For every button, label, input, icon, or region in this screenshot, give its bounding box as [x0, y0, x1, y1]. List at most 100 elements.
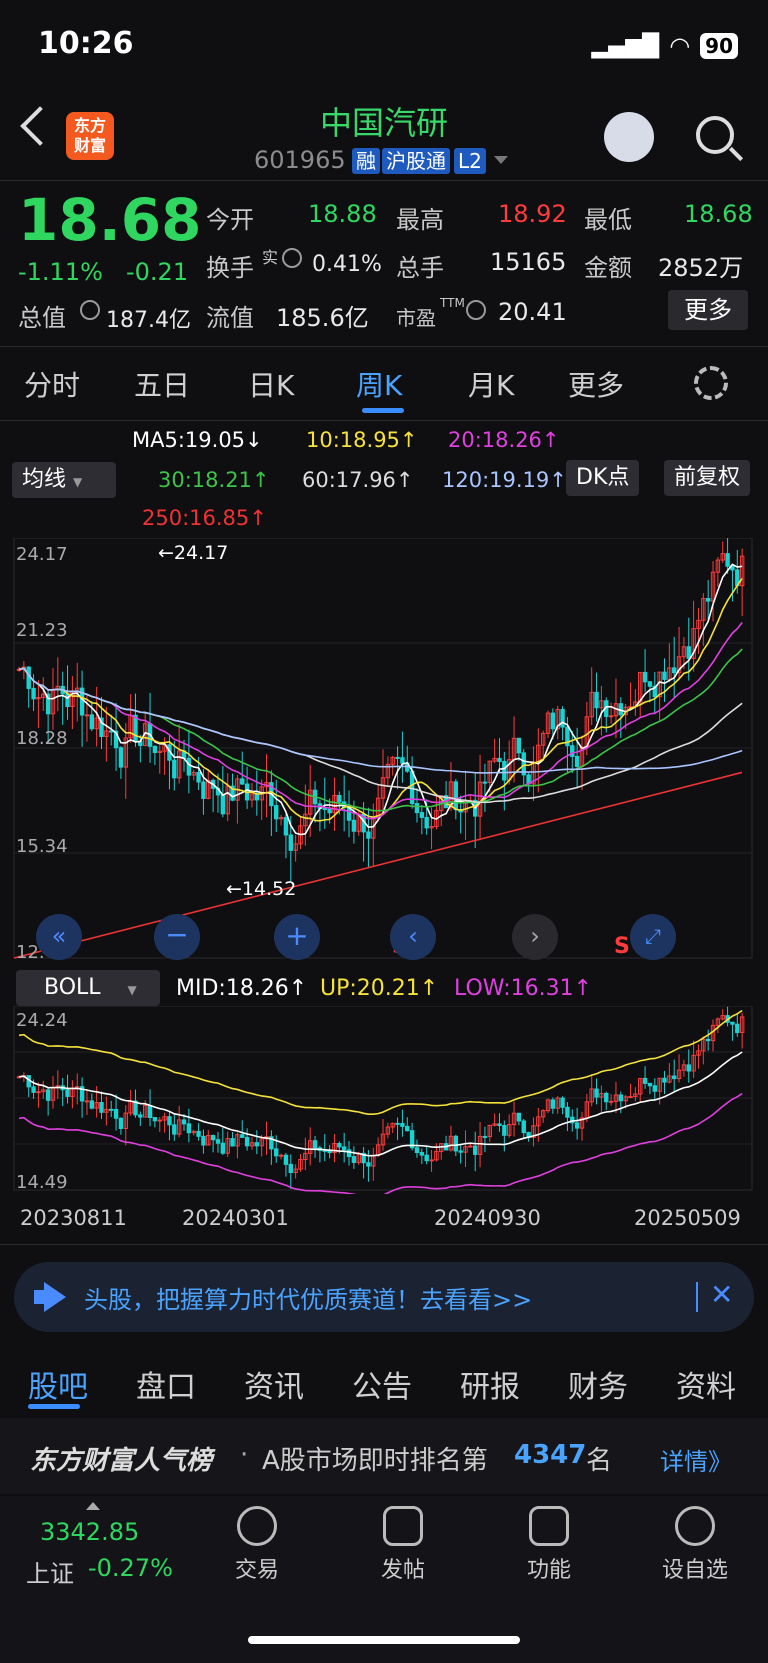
candle-body: [594, 1088, 599, 1098]
prev-icon[interactable]: ‹: [390, 914, 436, 960]
candle-body: [473, 1145, 478, 1155]
candle-body: [395, 1122, 400, 1125]
candle-body: [26, 666, 31, 689]
candle-body: [210, 1134, 216, 1141]
rank-number: 4347: [514, 1440, 587, 1470]
float-label: 流值: [206, 304, 254, 332]
tab-profile[interactable]: 资料: [676, 1362, 736, 1406]
candle-body: [196, 1130, 201, 1137]
candle-body: [36, 1091, 41, 1094]
candle-body: [497, 1123, 502, 1127]
candle-body: [705, 598, 711, 602]
candle-body: [196, 772, 201, 783]
date-label: 20240930: [434, 1206, 541, 1230]
ma-selector[interactable]: 均线 ▼: [12, 462, 116, 498]
candle-body: [118, 747, 124, 768]
tab-monthly-k[interactable]: 月K: [468, 364, 514, 404]
candle-body: [642, 671, 648, 683]
candle-body: [288, 1163, 293, 1174]
candle-body: [84, 714, 90, 717]
signal-icon: ▂▄▆█: [591, 33, 660, 59]
tab-finance[interactable]: 财务: [568, 1362, 628, 1406]
info-icon[interactable]: [80, 300, 100, 320]
candle-body: [458, 1150, 463, 1153]
gear-icon[interactable]: [694, 366, 728, 400]
candle-body: [109, 1108, 114, 1111]
date-label: 20230811: [20, 1206, 127, 1230]
candle-body: [594, 691, 599, 709]
nav-trade[interactable]: 交易: [202, 1506, 312, 1584]
robot-avatar-icon[interactable]: [604, 112, 654, 162]
candle-body: [147, 1105, 153, 1119]
banner-text[interactable]: 头股，把握算力时代优质赛道！去看看>>: [84, 1280, 532, 1315]
tab-five-day[interactable]: 五日: [134, 364, 190, 404]
adjust-button[interactable]: 前复权: [664, 460, 751, 496]
float-value: 185.6亿: [276, 304, 369, 332]
index-name[interactable]: 上证: [26, 1554, 74, 1589]
tab-daily-k[interactable]: 日K: [248, 364, 294, 404]
candle-body: [419, 1152, 425, 1156]
status-icons: ▂▄▆█ ◠ 90: [592, 32, 738, 60]
candle-body: [322, 808, 327, 811]
candle-body: [240, 1134, 245, 1138]
search-icon[interactable]: [696, 116, 734, 154]
megaphone-icon: [34, 1282, 68, 1312]
index-value[interactable]: 3342.85: [40, 1518, 139, 1546]
candle-body: [84, 1100, 90, 1103]
candle-body: [516, 1112, 522, 1122]
change-amount: -0.21: [126, 258, 189, 286]
turnover-value: 0.41%: [312, 252, 382, 277]
tab-weekly-k[interactable]: 周K: [356, 364, 402, 404]
kline-chart[interactable]: [0, 538, 768, 966]
stock-code: 601965: [254, 146, 346, 174]
rank-brand: 东方财富人气榜: [30, 1446, 213, 1476]
ma20-value: 20:18.26↑: [448, 428, 560, 452]
candle-body: [497, 757, 502, 762]
candle-body: [516, 737, 522, 754]
boll-up: UP:20.21↑: [320, 976, 439, 1001]
next-icon[interactable]: ›: [512, 914, 558, 960]
candle-body: [672, 1075, 677, 1080]
boll-mid-line: [18, 1051, 743, 1157]
tab-news[interactable]: 资讯: [244, 1362, 304, 1406]
dk-point-button[interactable]: DK点: [566, 460, 640, 496]
nav-add-watchlist[interactable]: 设自选: [640, 1506, 750, 1584]
caret-up-icon[interactable]: [86, 1502, 100, 1510]
caret-down-icon[interactable]: [494, 156, 508, 164]
tab-announcements[interactable]: 公告: [352, 1362, 412, 1406]
home-indicator: [248, 1636, 520, 1644]
candle-body: [337, 1142, 342, 1148]
candle-body: [705, 1038, 711, 1042]
nav-post[interactable]: 发帖: [348, 1506, 458, 1584]
fullscreen-icon[interactable]: ⤢: [630, 914, 676, 960]
candle-body: [215, 1139, 221, 1144]
zoom-in-icon[interactable]: +: [274, 914, 320, 960]
candle-body: [608, 715, 614, 718]
rank-detail-link[interactable]: 详情》: [660, 1442, 732, 1477]
info-icon[interactable]: [282, 248, 302, 268]
candle-body: [181, 1119, 187, 1125]
edit-icon: [383, 1506, 423, 1546]
boll-chart[interactable]: [0, 1006, 768, 1194]
y-axis-label: 24.17: [16, 544, 68, 565]
ma5-value: MA5:19.05↓: [132, 428, 263, 452]
tab-intraday[interactable]: 分时: [24, 364, 80, 404]
more-button[interactable]: 更多: [668, 290, 748, 330]
candle-body: [405, 1125, 410, 1132]
ma10-value: 10:18.95↑: [306, 428, 418, 452]
candle-body: [244, 1136, 250, 1147]
tab-research[interactable]: 研报: [460, 1362, 520, 1406]
tab-orderbook[interactable]: 盘口: [136, 1362, 196, 1406]
tab-more[interactable]: 更多: [568, 364, 624, 404]
candle-body: [642, 1077, 648, 1084]
nav-functions[interactable]: 功能: [494, 1506, 604, 1584]
min-price-label: ←14.52: [226, 878, 297, 900]
zoom-out-icon[interactable]: −: [154, 914, 200, 960]
indicator-selector[interactable]: BOLL ▼: [16, 970, 160, 1006]
info-icon[interactable]: [466, 300, 486, 320]
close-icon[interactable]: ✕: [710, 1278, 733, 1311]
index-change[interactable]: -0.27%: [88, 1554, 173, 1582]
tab-forum[interactable]: 股吧: [28, 1362, 88, 1406]
high-value: 18.92: [498, 200, 567, 228]
scroll-left-icon[interactable]: «: [36, 914, 82, 960]
